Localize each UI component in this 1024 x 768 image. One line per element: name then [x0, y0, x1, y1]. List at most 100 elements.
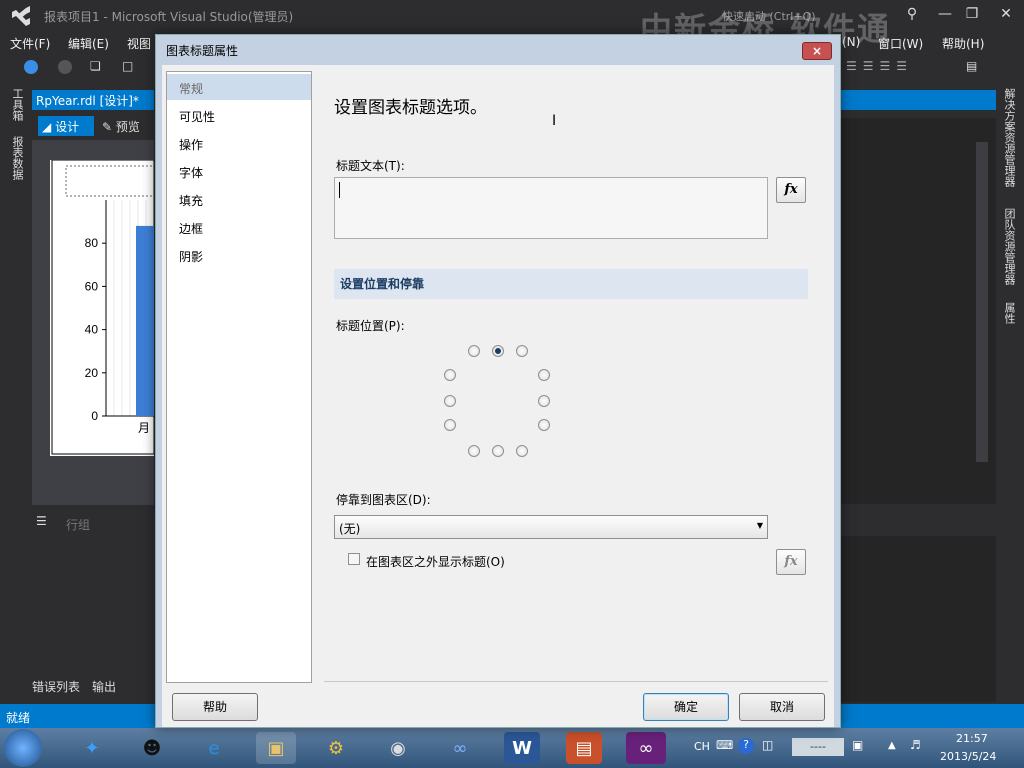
nav-fill[interactable]: 填充 [167, 186, 311, 212]
explorer-icon[interactable]: ▣ [256, 732, 296, 764]
nav-action[interactable]: 操作 [167, 130, 311, 156]
globe-app-icon[interactable]: ◉ [380, 732, 416, 764]
y-tick-label: 0 [91, 409, 98, 423]
menu-help[interactable]: 帮助(H) [942, 35, 984, 52]
show-hidden-icon[interactable]: ▲ [888, 740, 896, 751]
menu-edit[interactable]: 编辑(E) [68, 35, 109, 52]
right-panel-tab-strip [840, 90, 996, 110]
menu-window[interactable]: 窗口(W) [878, 35, 923, 52]
cancel-button[interactable]: 取消 [739, 693, 825, 721]
menu-file[interactable]: 文件(F) [10, 35, 50, 52]
minimize-icon[interactable]: — [935, 6, 955, 22]
position-bottom-center-radio[interactable] [492, 445, 504, 457]
menu-n[interactable]: (N) [842, 35, 860, 49]
position-left-center-radio[interactable] [444, 395, 456, 407]
tray-icon[interactable]: ◫ [762, 738, 773, 752]
power-icon[interactable]: ▣ [852, 738, 863, 752]
right-scrollbar[interactable] [976, 142, 988, 462]
toolbox-tab[interactable]: 工具箱 [9, 88, 25, 121]
report-data-tab[interactable]: 报表数据 [9, 136, 25, 180]
qq-icon[interactable]: ☻ [134, 732, 170, 764]
right-panel-body [840, 118, 996, 504]
help-tray-icon[interactable]: ? [738, 738, 754, 754]
tools-icon[interactable]: ⚙ [318, 732, 354, 764]
title-text-input[interactable] [334, 177, 768, 239]
bird-app-icon[interactable]: ✦ [74, 732, 110, 764]
report-body[interactable]: 80 60 40 20 0 月 [50, 159, 156, 456]
error-list-tab[interactable]: 错误列表 [32, 678, 80, 695]
title-position-label: 标题位置(P): [336, 319, 405, 333]
position-left-bottom-radio[interactable] [444, 419, 456, 431]
show-outside-checkbox[interactable] [348, 553, 360, 565]
output-tab[interactable]: 输出 [92, 678, 116, 695]
position-top-right-radio[interactable] [516, 345, 528, 357]
right-panel [840, 82, 996, 702]
nav-font[interactable]: 字体 [167, 158, 311, 184]
nav-border[interactable]: 边框 [167, 214, 311, 240]
ie-icon[interactable]: e [196, 732, 232, 764]
open-icon[interactable]: □ [122, 59, 133, 73]
nav-visibility[interactable]: 可见性 [167, 102, 311, 128]
menu-view[interactable]: 视图 [127, 35, 151, 52]
help-button[interactable]: 帮助 [172, 693, 258, 721]
start-button[interactable] [4, 729, 42, 767]
new-project-icon[interactable]: ❏ [90, 59, 101, 73]
position-bottom-left-radio[interactable] [468, 445, 480, 457]
restore-icon[interactable]: ❐ [962, 6, 982, 22]
document-tab[interactable]: RpYear.rdl [设计]* [32, 90, 154, 110]
y-tick-label: 20 [85, 366, 99, 380]
toolbar-right-icons[interactable]: ☰☰☰☰ [846, 59, 913, 73]
footer-divider [324, 681, 828, 682]
search-icon[interactable]: ⚲ [902, 6, 922, 22]
row-group-pane: ☰ 行组 [32, 510, 154, 538]
title-expression-button[interactable]: fx [776, 177, 806, 203]
dock-label: 停靠到图表区(D): [336, 493, 431, 507]
y-tick-label: 60 [85, 279, 99, 293]
position-left-top-radio[interactable] [444, 369, 456, 381]
word-icon[interactable]: W [504, 732, 540, 764]
position-top-center-radio[interactable] [492, 345, 504, 357]
preview-icon: ✎ [102, 120, 113, 134]
close-window-icon[interactable]: ✕ [996, 6, 1016, 22]
position-right-top-radio[interactable] [538, 369, 550, 381]
visual-studio-taskbar-icon[interactable]: ∞ [626, 732, 666, 764]
nav-general[interactable]: 常规 [167, 74, 311, 100]
chart[interactable]: 80 60 40 20 0 月 [50, 159, 156, 456]
dock-select[interactable]: (无) ▼ [334, 515, 768, 539]
layout-icon[interactable]: ▤ [966, 59, 977, 73]
chevron-down-icon: ▼ [756, 521, 763, 530]
dialog-content: 设置图表标题选项。 I 标题文本(T): fx 设置位置和停靠 标题位置(P):… [324, 71, 828, 683]
position-right-bottom-radio[interactable] [538, 419, 550, 431]
forward-icon[interactable] [58, 60, 72, 74]
nav-shadow[interactable]: 阴影 [167, 242, 311, 268]
status-text: 就绪 [6, 711, 31, 725]
back-icon[interactable] [24, 60, 38, 74]
design-bar: ◢ 设计 ✎ 预览 [32, 112, 154, 140]
ime-indicator[interactable]: CH [694, 740, 710, 753]
keyboard-icon[interactable]: ⌨ [716, 738, 733, 752]
team-explorer-tab[interactable]: 团队资源管理器 [1001, 208, 1017, 285]
position-top-left-radio[interactable] [468, 345, 480, 357]
position-right-center-radio[interactable] [538, 395, 550, 407]
solution-explorer-tab[interactable]: 解决方案资源管理器 [1001, 88, 1017, 187]
x-tick-label: 月 [138, 421, 150, 435]
input-caret [339, 182, 340, 198]
position-bottom-right-radio[interactable] [516, 445, 528, 457]
clock-date[interactable]: 2013/5/24 [940, 750, 996, 763]
left-tool-strip: 工具箱 报表数据 [0, 82, 32, 702]
volume-icon[interactable]: ♬ [910, 738, 921, 752]
ok-button[interactable]: 确定 [643, 693, 729, 721]
powerpoint-icon[interactable]: ▤ [566, 732, 602, 764]
preview-tab[interactable]: ✎ 预览 [102, 118, 140, 135]
properties-tab[interactable]: 属性 [1001, 302, 1017, 324]
dialog-close-button[interactable]: × [802, 42, 832, 60]
bottom-tabs: 错误列表 输出 [32, 676, 154, 696]
infinity-app-icon[interactable]: ∞ [442, 732, 478, 764]
show-outside-expression-button[interactable]: fx [776, 549, 806, 575]
design-tab-label: 设计 [55, 120, 80, 134]
chart-title-properties-dialog: 图表标题属性 × 常规 可见性 操作 字体 填充 边框 阴影 设置图表标题选项。… [155, 34, 841, 728]
dialog-title: 图表标题属性 [166, 44, 239, 58]
clock-time[interactable]: 21:57 [956, 732, 988, 745]
design-tab[interactable]: ◢ 设计 [38, 116, 94, 136]
tray-box[interactable]: ---- [792, 738, 844, 756]
